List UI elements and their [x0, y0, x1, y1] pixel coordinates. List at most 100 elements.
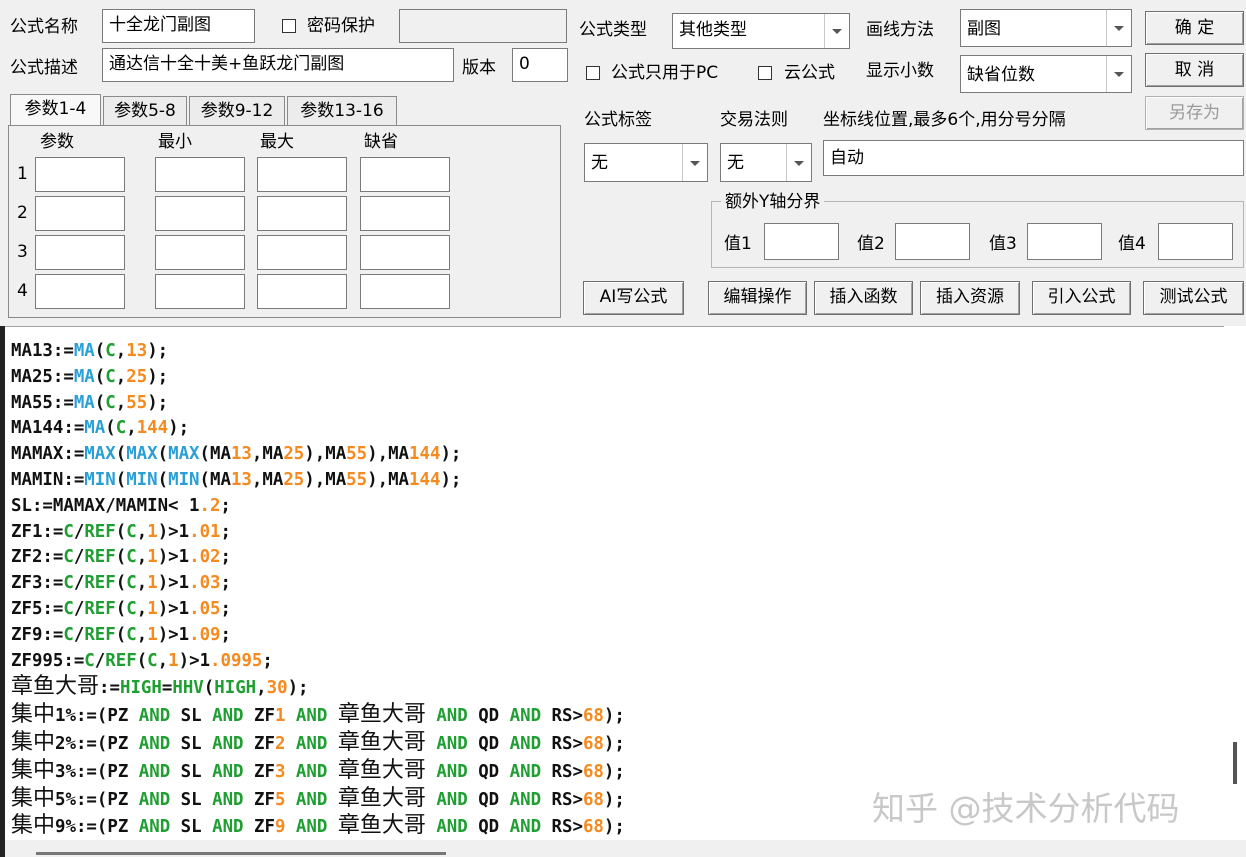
- param-4-name-input[interactable]: [35, 274, 125, 309]
- formula-name-input[interactable]: 十全龙门副图: [102, 9, 255, 43]
- param-row-4-label: 4: [17, 281, 28, 301]
- param-row-3-label: 3: [17, 242, 28, 262]
- tab-params-5-8[interactable]: 参数5-8: [103, 96, 187, 126]
- decimals-select[interactable]: 缺省位数: [960, 55, 1132, 93]
- code-line[interactable]: MAMIN:=MIN(MIN(MIN(MA13,MA25),MA55),MA14…: [11, 468, 1224, 494]
- cloud-formula-label: 云公式: [784, 63, 835, 83]
- test-formula-button[interactable]: 测试公式: [1143, 281, 1244, 315]
- password-checkbox[interactable]: [282, 19, 296, 33]
- param-3-min-input[interactable]: [155, 235, 245, 270]
- param-4-min-input[interactable]: [155, 274, 245, 309]
- param-header-default: 缺省: [364, 132, 398, 152]
- code-line[interactable]: 集中2%:=(PZ AND SL AND ZF2 AND 章鱼大哥 AND QD…: [11, 730, 1224, 758]
- decimals-label: 显示小数: [866, 61, 934, 81]
- trade-rule-select[interactable]: 无: [720, 143, 812, 182]
- param-1-max-input[interactable]: [257, 157, 347, 192]
- version-input[interactable]: 0: [512, 48, 568, 82]
- cancel-button[interactable]: 取 消: [1145, 53, 1244, 87]
- insert-function-button[interactable]: 插入函数: [814, 281, 913, 315]
- tab-params-1-4[interactable]: 参数1-4: [10, 94, 101, 126]
- code-line[interactable]: MA144:=MA(C,144);: [11, 416, 1224, 442]
- cloud-formula-checkbox[interactable]: [758, 66, 772, 80]
- code-line[interactable]: ZF2:=C/REF(C,1)>1.02;: [11, 545, 1224, 571]
- edit-operations-button[interactable]: 编辑操作: [708, 281, 807, 315]
- extra-y-axis-label: 额外Y轴分界: [721, 190, 825, 214]
- draw-method-value: 副图: [967, 19, 1001, 39]
- value1-input[interactable]: [764, 223, 839, 260]
- code-line[interactable]: ZF9:=C/REF(C,1)>1.09;: [11, 623, 1224, 649]
- code-text[interactable]: MA13:=MA(C,13); MA25:=MA(C,25); MA55:=MA(C…: [5, 327, 1224, 841]
- code-line[interactable]: MA13:=MA(C,13);: [11, 339, 1224, 365]
- formula-tag-value: 无: [591, 153, 608, 173]
- decimals-value: 缺省位数: [967, 65, 1035, 85]
- param-2-min-input[interactable]: [155, 196, 245, 231]
- import-formula-button[interactable]: 引入公式: [1032, 281, 1131, 315]
- value2-input[interactable]: [895, 223, 970, 260]
- value4-label: 值4: [1118, 234, 1146, 254]
- version-label: 版本: [462, 58, 496, 78]
- value3-label: 值3: [989, 234, 1017, 254]
- formula-type-value: 其他类型: [679, 20, 747, 40]
- code-line[interactable]: MA25:=MA(C,25);: [11, 365, 1224, 391]
- chevron-down-icon[interactable]: [786, 144, 811, 181]
- password-label: 密码保护: [307, 16, 375, 36]
- param-2-name-input[interactable]: [35, 196, 125, 231]
- code-line[interactable]: ZF1:=C/REF(C,1)>1.01;: [11, 520, 1224, 546]
- chevron-down-icon[interactable]: [824, 14, 849, 48]
- code-line[interactable]: ZF3:=C/REF(C,1)>1.03;: [11, 571, 1224, 597]
- code-line[interactable]: 集中1%:=(PZ AND SL AND ZF1 AND 章鱼大哥 AND QD…: [11, 702, 1224, 730]
- formula-tag-label: 公式标签: [584, 110, 652, 130]
- ai-write-formula-button[interactable]: AI写公式: [583, 281, 684, 315]
- param-1-name-input[interactable]: [35, 157, 125, 192]
- code-line[interactable]: MA55:=MA(C,55);: [11, 391, 1224, 417]
- value4-input[interactable]: [1158, 223, 1233, 260]
- draw-method-select[interactable]: 副图: [960, 9, 1132, 47]
- param-row-1-label: 1: [17, 164, 28, 184]
- code-line[interactable]: MAMAX:=MAX(MAX(MAX(MA13,MA25),MA55),MA14…: [11, 442, 1224, 468]
- formula-name-label: 公式名称: [10, 17, 78, 37]
- vertical-scrollbar-thumb[interactable]: [1233, 742, 1237, 784]
- axis-position-input[interactable]: 自动: [823, 140, 1244, 176]
- pc-only-label: 公式只用于PC: [611, 63, 719, 83]
- param-3-max-input[interactable]: [257, 235, 347, 270]
- ok-button[interactable]: 确 定: [1145, 11, 1244, 45]
- code-line[interactable]: SL:=MAMAX/MAMIN< 1.2;: [11, 494, 1224, 520]
- code-line[interactable]: ZF995:=C/REF(C,1)>1.0995;: [11, 649, 1224, 675]
- formula-type-select[interactable]: 其他类型: [672, 13, 850, 49]
- param-1-min-input[interactable]: [155, 157, 245, 192]
- param-header-max: 最大: [260, 132, 294, 152]
- horizontal-scrollbar-thumb[interactable]: [36, 852, 446, 855]
- password-input[interactable]: [399, 9, 567, 43]
- param-2-max-input[interactable]: [257, 196, 347, 231]
- param-1-default-input[interactable]: [360, 157, 450, 192]
- value3-input[interactable]: [1027, 223, 1102, 260]
- watermark: 知乎 @技术分析代码: [872, 789, 1180, 828]
- param-row-2-label: 2: [17, 203, 28, 223]
- chevron-down-icon[interactable]: [1106, 10, 1131, 46]
- param-4-max-input[interactable]: [257, 274, 347, 309]
- value1-label: 值1: [724, 234, 752, 254]
- draw-method-label: 画线方法: [866, 20, 934, 40]
- tab-params-13-16[interactable]: 参数13-16: [287, 96, 397, 126]
- tab-params-9-12[interactable]: 参数9-12: [189, 96, 285, 126]
- param-2-default-input[interactable]: [360, 196, 450, 231]
- formula-desc-label: 公式描述: [10, 58, 78, 78]
- code-editor[interactable]: MA13:=MA(C,13); MA25:=MA(C,25); MA55:=MA(C…: [5, 326, 1224, 841]
- formula-type-label: 公式类型: [579, 20, 647, 40]
- trade-rule-value: 无: [727, 153, 744, 173]
- param-4-default-input[interactable]: [360, 274, 450, 309]
- code-line[interactable]: ZF5:=C/REF(C,1)>1.05;: [11, 597, 1224, 623]
- pc-only-checkbox[interactable]: [586, 66, 600, 80]
- code-line[interactable]: 章鱼大哥:=HIGH=HHV(HIGH,30);: [11, 674, 1224, 702]
- param-3-name-input[interactable]: [35, 235, 125, 270]
- chevron-down-icon[interactable]: [1106, 56, 1131, 92]
- insert-resource-button[interactable]: 插入资源: [920, 281, 1020, 315]
- formula-desc-input[interactable]: 通达信十全十美+鱼跃龙门副图: [102, 48, 454, 82]
- param-header-name: 参数: [40, 132, 74, 152]
- param-3-default-input[interactable]: [360, 235, 450, 270]
- axis-position-label: 坐标线位置,最多6个,用分号分隔: [823, 110, 1066, 130]
- save-as-button[interactable]: 另存为: [1145, 96, 1244, 130]
- trade-rule-label: 交易法则: [720, 110, 788, 130]
- formula-tag-select[interactable]: 无: [584, 143, 708, 182]
- chevron-down-icon[interactable]: [682, 144, 707, 181]
